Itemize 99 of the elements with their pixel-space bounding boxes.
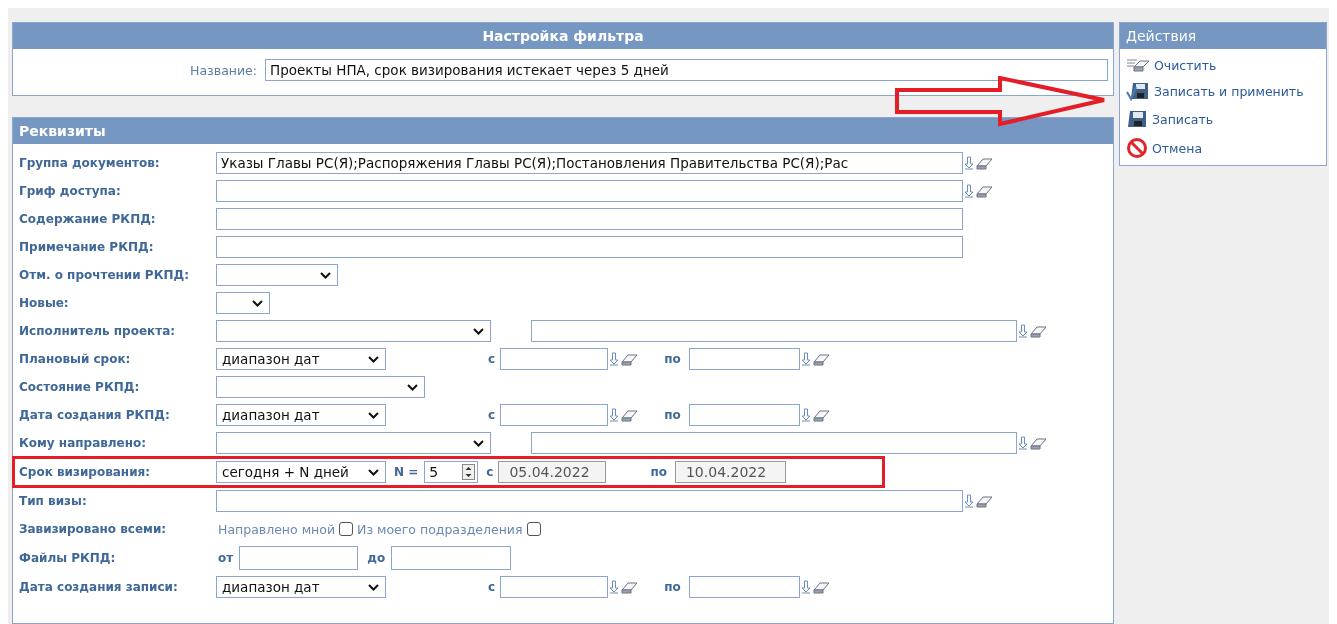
field-label: Группа документов:	[19, 156, 161, 170]
text-field[interactable]	[216, 208, 963, 230]
field-label: Тип визы:	[19, 494, 88, 508]
eraser-icon[interactable]	[621, 580, 639, 594]
dropdown[interactable]: сегодня + N дней	[216, 461, 386, 483]
download-icon[interactable]	[609, 352, 620, 366]
dropdown[interactable]	[216, 292, 270, 314]
name-field[interactable]: Проекты НПА, срок визирования истекает через 5 дней	[265, 59, 1108, 81]
text-field[interactable]	[531, 432, 1017, 454]
download-icon[interactable]	[964, 494, 974, 508]
dropdown[interactable]: диапазон дат	[216, 348, 386, 370]
checkbox-label: Из моего подразделения	[357, 521, 523, 537]
chevron-down-icon	[320, 271, 331, 279]
chevron-down-icon	[368, 411, 379, 419]
field-label: Дата создания записи:	[19, 580, 179, 594]
field-label: Файлы РКПД:	[19, 551, 117, 565]
name-label: Название:	[189, 62, 257, 78]
download-icon[interactable]	[609, 408, 620, 422]
eraser-icon[interactable]	[976, 494, 993, 508]
download-icon[interactable]	[800, 580, 811, 594]
action-link[interactable]: Отмена	[1126, 137, 1320, 159]
to-label: по	[664, 408, 681, 422]
from-label: от	[218, 551, 234, 565]
to-label: по	[650, 465, 667, 479]
chevron-down-icon	[407, 383, 418, 391]
field-label: Дата создания РКПД:	[19, 408, 171, 422]
text-field[interactable]	[216, 490, 963, 512]
text-field[interactable]	[531, 320, 1017, 342]
from-label: с	[488, 352, 496, 366]
field-label: Содержание РКПД:	[19, 212, 157, 226]
date-field[interactable]	[688, 576, 800, 598]
floppy-check-icon	[1126, 81, 1150, 101]
chevron-down-icon	[252, 299, 263, 307]
date-field[interactable]	[500, 576, 609, 598]
date-field[interactable]	[688, 348, 800, 370]
eraser-icon[interactable]	[621, 408, 639, 422]
eraser-icon[interactable]	[976, 184, 993, 198]
from-label: с	[488, 580, 496, 594]
n-label: N =	[394, 465, 419, 479]
date-field: 05.04.2022	[498, 461, 607, 483]
download-icon[interactable]	[800, 352, 811, 366]
download-icon[interactable]	[964, 184, 974, 198]
spinner-arrows-icon[interactable]	[462, 464, 476, 480]
checkbox[interactable]	[339, 522, 354, 536]
field-label: Срок визирования:	[19, 465, 152, 479]
field-label: Кому направлено:	[19, 436, 148, 450]
to-label: по	[664, 580, 681, 594]
download-icon[interactable]	[1018, 436, 1028, 450]
download-icon[interactable]	[964, 156, 974, 170]
panel-header: Реквизиты	[13, 118, 1113, 144]
text-field[interactable]	[216, 180, 963, 202]
panel-header: Действия	[1120, 23, 1326, 49]
field-label: Новые:	[19, 296, 70, 310]
date-field[interactable]	[688, 404, 800, 426]
eraser-icon[interactable]	[1030, 436, 1047, 450]
number-field[interactable]: 5	[424, 461, 479, 483]
text-field[interactable]	[216, 236, 963, 258]
download-icon[interactable]	[1018, 324, 1028, 338]
dropdown[interactable]: диапазон дат	[216, 576, 386, 598]
chevron-down-icon	[473, 439, 484, 447]
date-field[interactable]	[500, 404, 609, 426]
download-icon[interactable]	[609, 580, 620, 594]
download-icon[interactable]	[800, 408, 811, 422]
eraser-icon[interactable]	[1030, 324, 1047, 338]
field-label: Отм. о прочтении РКПД:	[19, 268, 190, 282]
chevron-down-icon	[368, 468, 379, 476]
dropdown[interactable]: диапазон дат	[216, 404, 386, 426]
date-field[interactable]	[500, 348, 609, 370]
eraser-icon[interactable]	[621, 352, 639, 366]
checkbox[interactable]	[526, 522, 541, 536]
action-link[interactable]: Записать	[1126, 109, 1320, 129]
action-link[interactable]: Записать и применить	[1126, 81, 1320, 101]
chevron-down-icon	[368, 355, 379, 363]
eraser-icon	[1126, 57, 1150, 73]
eraser-icon[interactable]	[812, 352, 830, 366]
size-field[interactable]	[239, 546, 359, 570]
to-label: по	[664, 352, 681, 366]
from-label: с	[488, 408, 496, 422]
panel-header: Настройка фильтра	[13, 23, 1113, 49]
size-field[interactable]	[391, 546, 512, 570]
field-label: Состояние РКПД:	[19, 380, 141, 394]
field-label: Примечание РКПД:	[19, 240, 155, 254]
eraser-icon[interactable]	[812, 408, 830, 422]
eraser-icon[interactable]	[976, 156, 993, 170]
floppy-icon	[1126, 109, 1148, 129]
field-label: Исполнитель проекта:	[19, 324, 177, 338]
field-label: Завизировано всеми:	[19, 522, 168, 536]
chevron-down-icon	[473, 327, 484, 335]
to-label: до	[367, 551, 386, 565]
eraser-icon[interactable]	[812, 580, 830, 594]
chevron-down-icon	[368, 583, 379, 591]
text-field[interactable]: Указы Главы РС(Я);Распоряжения Главы РС(Я);Постановления Правительства РС(Я);Рас	[216, 152, 963, 174]
field-label: Плановый срок:	[19, 352, 132, 366]
date-field: 10.04.2022	[674, 461, 786, 483]
checkbox-label: Направлено мной	[218, 521, 336, 537]
prohibited-icon	[1126, 137, 1148, 159]
from-label: с	[486, 465, 494, 479]
action-link[interactable]: Очистить	[1126, 57, 1320, 73]
field-label: Гриф доступа:	[19, 184, 122, 198]
